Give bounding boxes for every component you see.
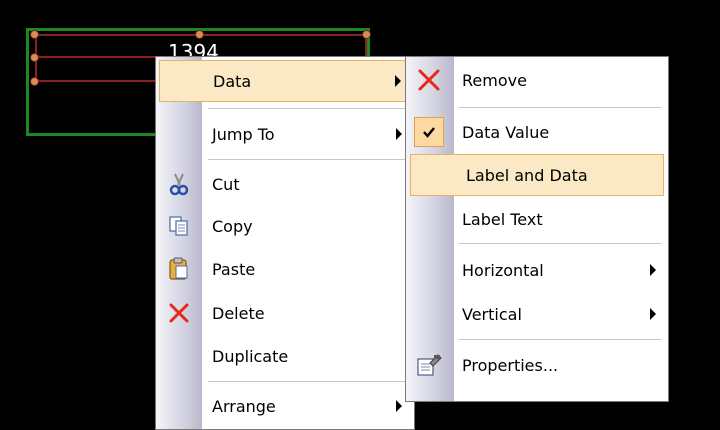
menu-item-label: Properties... xyxy=(462,355,559,375)
submenu-item-properties[interactable]: Properties... xyxy=(406,344,668,386)
submenu-arrow-icon xyxy=(395,75,401,87)
menu-item-delete[interactable]: Delete xyxy=(156,292,414,334)
submenu-arrow-icon xyxy=(396,400,402,412)
menu-item-jump-to[interactable]: Jump To xyxy=(156,113,414,155)
menu-item-label: Arrange xyxy=(212,396,276,416)
menu-separator xyxy=(208,381,408,382)
menu-item-label: Horizontal xyxy=(462,260,544,280)
menu-item-label: Label and Data xyxy=(466,165,588,185)
menu-separator xyxy=(208,108,408,109)
submenu-arrow-icon xyxy=(396,128,402,140)
submenu-item-label-text[interactable]: Label Text xyxy=(406,198,668,240)
submenu-item-remove[interactable]: Remove xyxy=(406,59,668,101)
menu-item-label: Remove xyxy=(462,70,527,90)
submenu-arrow-icon xyxy=(650,308,656,320)
paste-icon xyxy=(164,254,194,284)
menu-item-data[interactable]: Data xyxy=(159,60,411,102)
context-menu: Data Jump To Cut Copy Paste Delete Dupli… xyxy=(155,56,415,430)
copy-icon xyxy=(164,211,194,241)
menu-item-label: Vertical xyxy=(462,304,522,324)
data-submenu: Remove Data Value Label and Data Label T… xyxy=(405,56,669,402)
menu-item-arrange[interactable]: Arrange xyxy=(156,385,414,427)
scissors-icon xyxy=(164,169,194,199)
menu-item-label: Data xyxy=(213,71,252,91)
menu-item-label: Cut xyxy=(212,174,240,194)
menu-item-duplicate[interactable]: Duplicate xyxy=(156,335,414,377)
resize-handle[interactable] xyxy=(362,30,371,39)
properties-icon xyxy=(414,350,444,380)
menu-item-label: Copy xyxy=(212,216,253,236)
remove-x-icon xyxy=(414,65,444,95)
menu-item-label: Paste xyxy=(212,259,256,279)
resize-handle[interactable] xyxy=(30,53,39,62)
menu-item-paste[interactable]: Paste xyxy=(156,248,414,290)
submenu-item-horizontal[interactable]: Horizontal xyxy=(406,249,668,291)
menu-item-label: Duplicate xyxy=(212,346,289,366)
resize-handle[interactable] xyxy=(195,30,204,39)
checkmark-icon xyxy=(414,117,444,147)
submenu-item-label-and-data[interactable]: Label and Data xyxy=(410,154,664,196)
menu-item-label: Data Value xyxy=(462,122,550,142)
menu-item-cut[interactable]: Cut xyxy=(156,163,414,205)
submenu-arrow-icon xyxy=(650,264,656,276)
menu-separator xyxy=(458,339,662,340)
menu-item-label: Label Text xyxy=(462,209,543,229)
menu-separator xyxy=(208,159,408,160)
menu-separator xyxy=(458,243,662,244)
menu-item-label: Jump To xyxy=(212,124,275,144)
check-box xyxy=(414,117,444,147)
delete-x-icon xyxy=(164,298,194,328)
resize-handle[interactable] xyxy=(30,77,39,86)
submenu-item-vertical[interactable]: Vertical xyxy=(406,293,668,335)
resize-handle[interactable] xyxy=(30,30,39,39)
submenu-item-data-value[interactable]: Data Value xyxy=(406,111,668,153)
menu-item-copy[interactable]: Copy xyxy=(156,205,414,247)
menu-item-label: Delete xyxy=(212,303,265,323)
menu-separator xyxy=(458,107,662,108)
